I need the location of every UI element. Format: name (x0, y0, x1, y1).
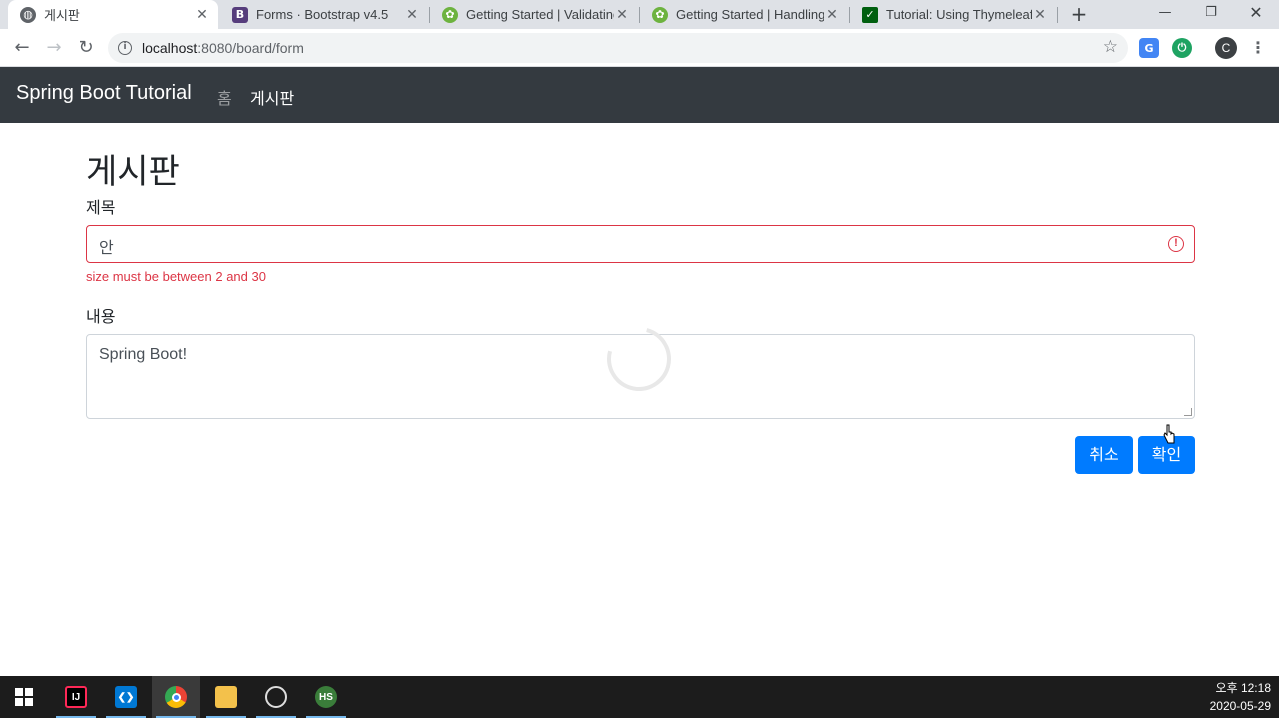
url-path: :8080/board/form (197, 40, 304, 56)
tab-title: Forms · Bootstrap v4.5 (256, 7, 389, 22)
tab-board[interactable]: ◍ 게시판 ✕ (8, 0, 218, 29)
close-icon[interactable]: ✕ (404, 7, 420, 23)
tab-bootstrap-forms[interactable]: B Forms · Bootstrap v4.5 ✕ (220, 0, 428, 29)
intellij-icon: IJ (65, 686, 87, 708)
content-label: 내용 (86, 307, 116, 326)
url-text: localhost:8080/board/form (142, 40, 304, 56)
restore-icon[interactable]: ❐ (1188, 0, 1234, 29)
taskbar-hs[interactable]: HS (302, 676, 350, 718)
close-icon[interactable]: ✕ (1032, 7, 1048, 23)
title-label: 제목 (86, 198, 116, 217)
site-navbar: Spring Boot Tutorial 홈 게시판 (0, 67, 1279, 123)
obs-icon (265, 686, 287, 708)
bookmark-star-icon[interactable]: ☆ (1103, 37, 1118, 57)
taskbar-intellij[interactable]: IJ (52, 676, 100, 718)
taskbar-file-explorer[interactable] (202, 676, 250, 718)
title-error-message: size must be between 2 and 30 (86, 269, 266, 284)
cancel-button[interactable]: 취소 (1075, 436, 1133, 474)
tab-separator (1057, 7, 1058, 23)
windows-taskbar: IJ ❮❯ HS 오후 12:18 2020-05-29 (0, 676, 1279, 718)
spring-icon: ✿ (442, 6, 458, 23)
bootstrap-icon: B (232, 6, 248, 23)
spring-icon: ✿ (652, 6, 668, 23)
chrome-icon (165, 686, 187, 708)
browser-toolbar: ← → ↻ i localhost:8080/board/form ☆ G ⏻ … (0, 29, 1279, 67)
title-input[interactable]: 안 ! (86, 225, 1195, 263)
start-button[interactable] (0, 676, 48, 718)
content-textarea-value: Spring Boot! (99, 346, 188, 363)
new-tab-icon[interactable]: + (1068, 3, 1090, 25)
clock-time: 오후 12:18 (1215, 681, 1271, 695)
taskbar-chrome[interactable] (152, 676, 200, 718)
tab-title: Getting Started | Handling (676, 7, 824, 22)
window-close-icon[interactable]: ✕ (1233, 0, 1279, 29)
vscode-icon: ❮❯ (115, 686, 137, 708)
back-icon[interactable]: ← (10, 36, 34, 60)
title-input-value: 안 (99, 238, 114, 257)
hs-icon: HS (315, 686, 337, 708)
resize-grip-icon[interactable] (1184, 408, 1192, 416)
globe-icon: ◍ (20, 6, 36, 23)
hand-cursor-icon (1163, 424, 1175, 444)
tab-spring-validating[interactable]: ✿ Getting Started | Validating ✕ (430, 0, 638, 29)
tab-title: 게시판 (44, 8, 80, 23)
info-icon[interactable]: i (118, 41, 132, 55)
browser-tab-strip: ◍ 게시판 ✕ B Forms · Bootstrap v4.5 ✕ ✿ Get… (0, 0, 1279, 29)
taskbar-obs[interactable] (252, 676, 300, 718)
url-host: localhost (142, 40, 198, 56)
tab-title: Getting Started | Validating (466, 7, 614, 22)
menu-kebab-icon[interactable]: ⋮ (1250, 37, 1266, 59)
tab-title: Tutorial: Using Thymeleaf (886, 7, 1032, 22)
close-icon[interactable]: ✕ (614, 7, 630, 23)
extension-icon[interactable]: ⏻ (1172, 38, 1192, 58)
reload-icon[interactable]: ↻ (74, 36, 98, 60)
tab-spring-handling[interactable]: ✿ Getting Started | Handling ✕ (640, 0, 848, 29)
nav-link-board[interactable]: 게시판 (250, 85, 294, 109)
translate-extension-icon[interactable]: G (1139, 38, 1159, 58)
tab-thymeleaf[interactable]: ✓ Tutorial: Using Thymeleaf ✕ (850, 0, 1056, 29)
clock-date: 2020-05-29 (1209, 699, 1271, 713)
close-icon[interactable]: ✕ (194, 7, 210, 23)
minimize-icon[interactable]: — (1142, 0, 1188, 29)
profile-avatar[interactable]: C (1215, 37, 1237, 59)
address-bar[interactable]: i localhost:8080/board/form ☆ (108, 33, 1128, 63)
error-icon: ! (1168, 236, 1184, 252)
start-icon (15, 688, 33, 706)
forward-icon[interactable]: → (42, 36, 66, 60)
taskbar-vscode[interactable]: ❮❯ (102, 676, 150, 718)
system-clock[interactable]: 오후 12:18 2020-05-29 (1210, 679, 1271, 715)
close-icon[interactable]: ✕ (824, 7, 840, 23)
page-title: 게시판 (86, 152, 180, 192)
navbar-brand[interactable]: Spring Boot Tutorial (16, 82, 192, 105)
nav-link-home[interactable]: 홈 (217, 85, 232, 109)
thymeleaf-icon: ✓ (862, 6, 878, 23)
file-explorer-icon (215, 686, 237, 708)
